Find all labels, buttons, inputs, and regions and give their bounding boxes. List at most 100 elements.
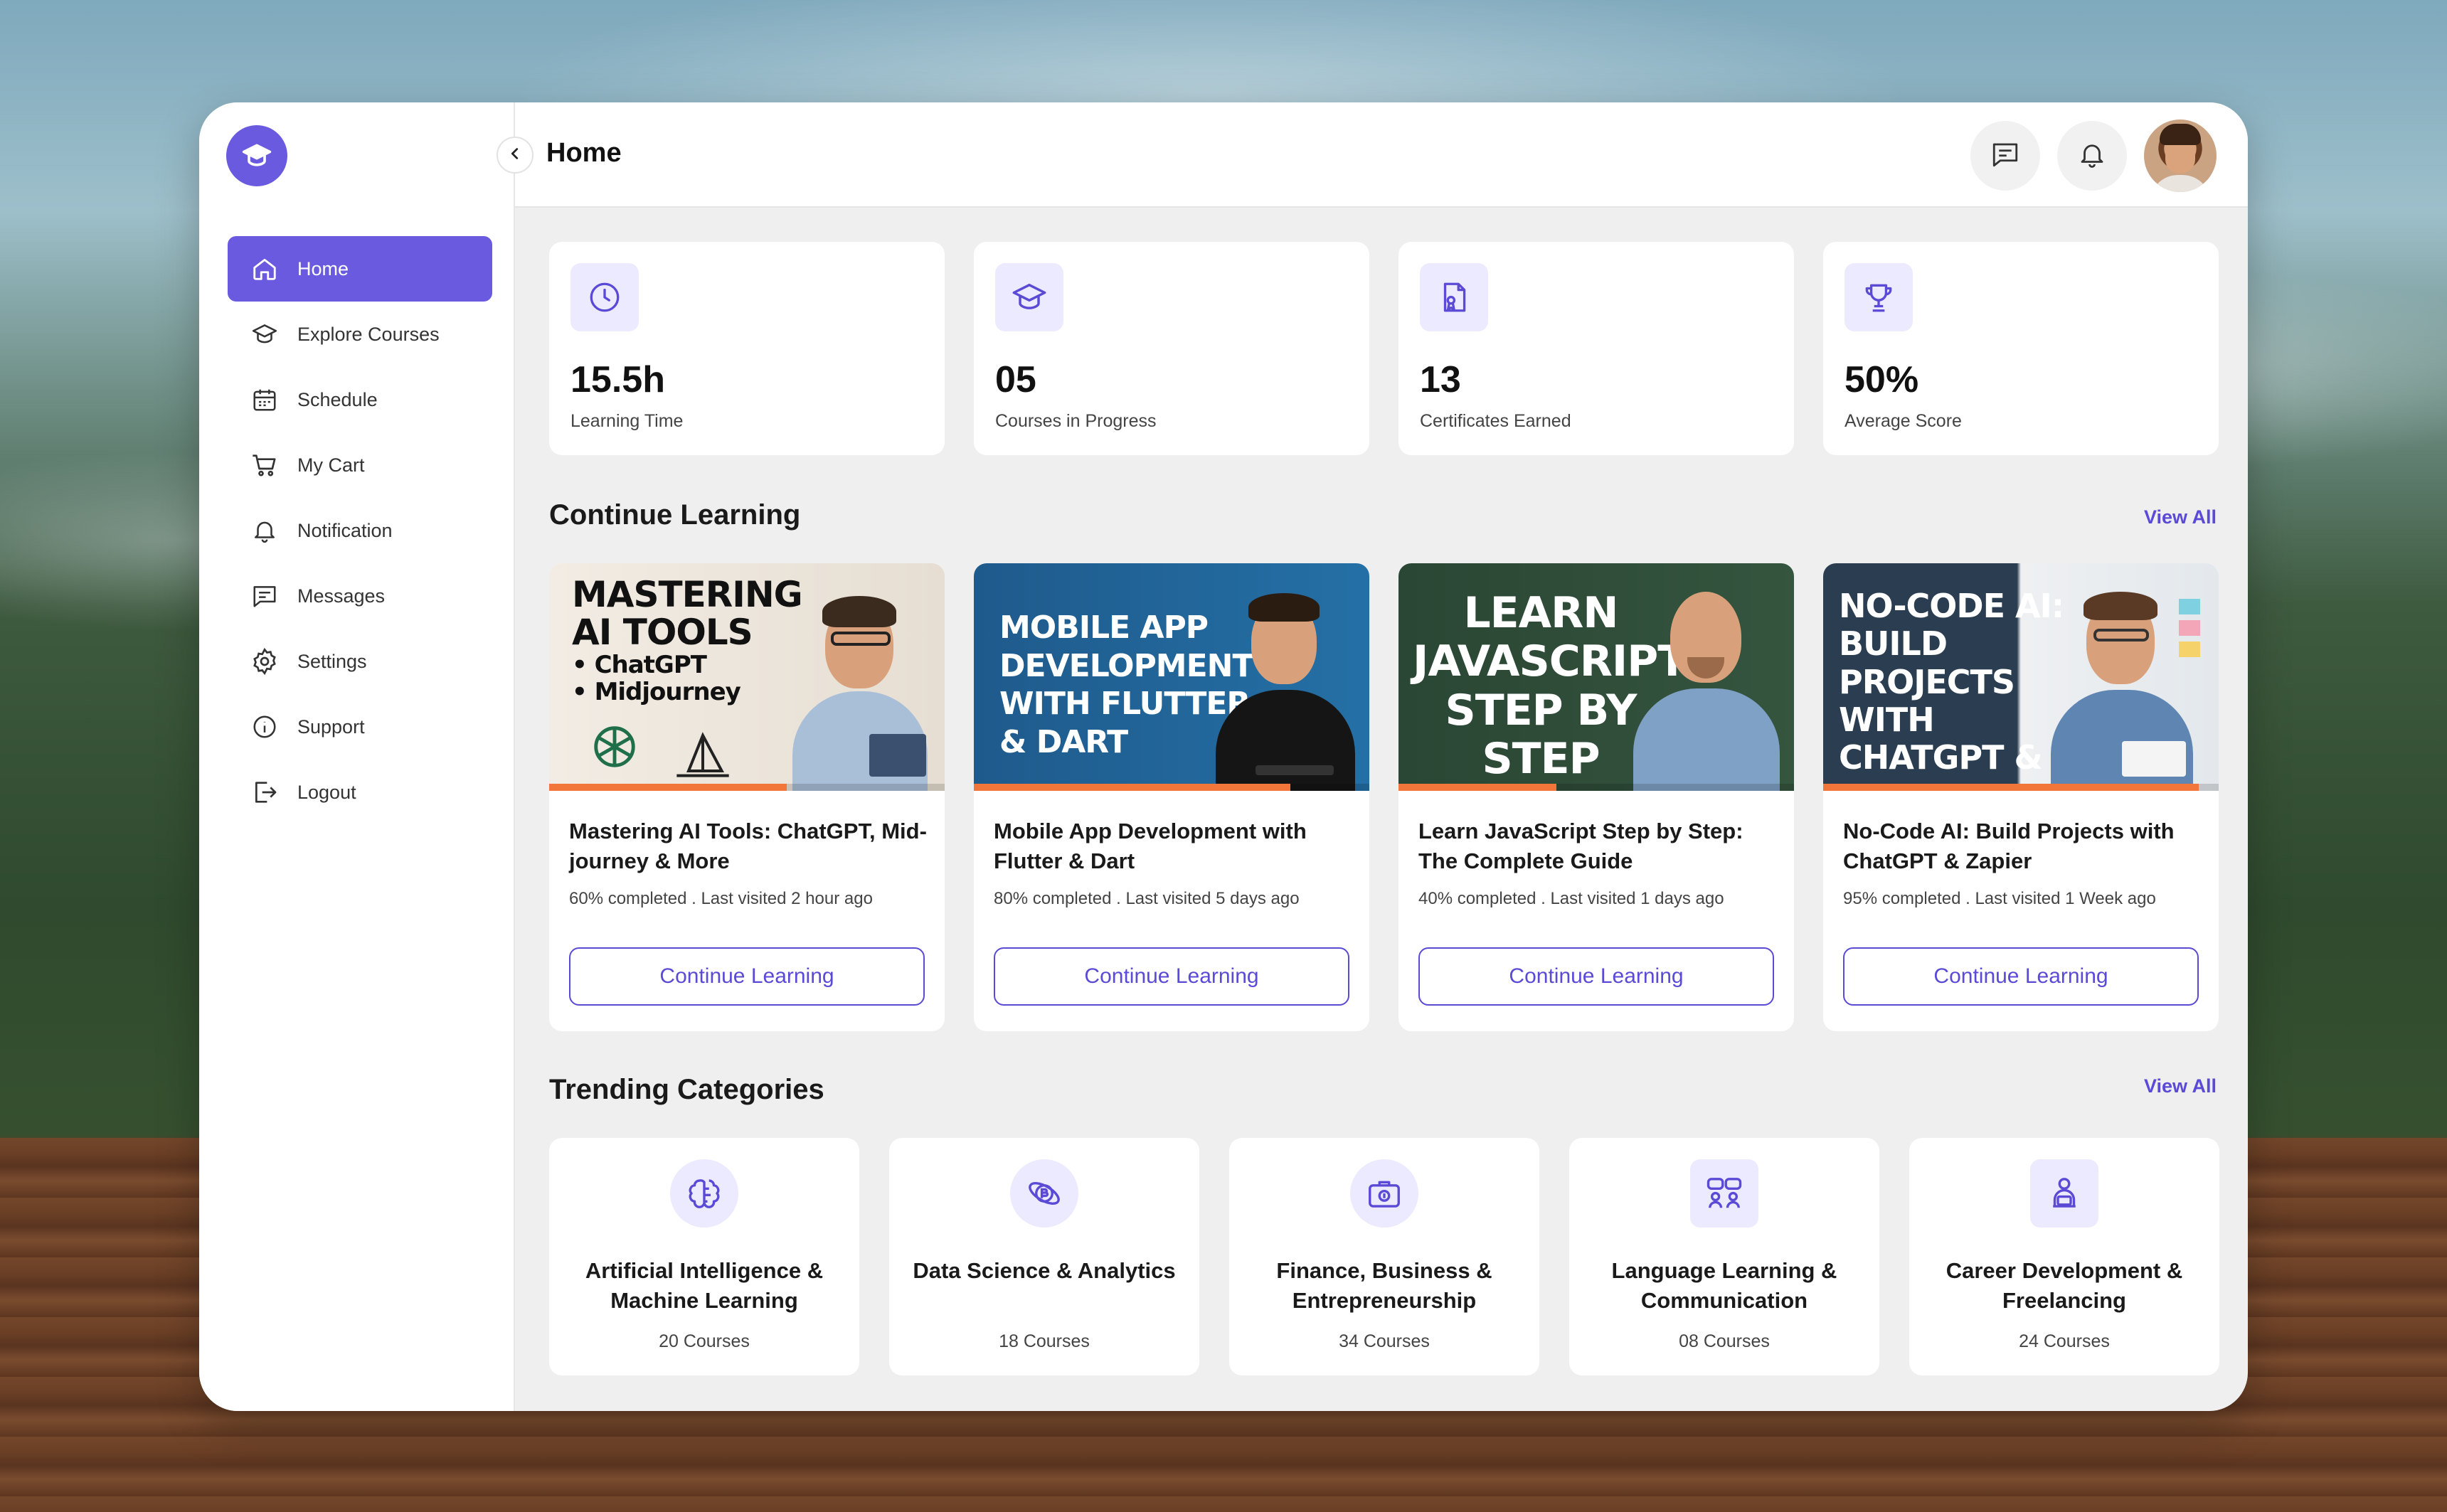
calendar-icon bbox=[249, 384, 280, 415]
trending-view-all-link[interactable]: View All bbox=[2144, 1075, 2217, 1097]
sidebar-item-label: My Cart bbox=[297, 454, 365, 476]
stat-value: 50% bbox=[1844, 359, 1919, 400]
category-card[interactable]: Artificial Intelligence & Machine Learni… bbox=[549, 1138, 859, 1375]
course-meta: 80% completed . Last visited 5 days ago bbox=[994, 889, 1300, 908]
graduation-cap-icon bbox=[249, 319, 280, 350]
course-meta: 60% completed . Last visited 2 hour ago bbox=[569, 889, 873, 908]
course-title: No-Code AI: Build Projects with ChatGPT … bbox=[1843, 819, 2175, 873]
course-card: MOBILE APP DEVELOPMENT WITH FLUTTER & DA… bbox=[974, 563, 1369, 1031]
course-meta: 95% completed . Last visited 1 Week ago bbox=[1843, 889, 2156, 908]
sidebar-item-settings[interactable]: Settings bbox=[228, 629, 492, 694]
category-count: 08 Courses bbox=[1679, 1331, 1770, 1351]
logo-icon[interactable] bbox=[226, 125, 287, 186]
instructor-photo bbox=[1619, 563, 1794, 791]
bitcoin-analytics-icon bbox=[1010, 1159, 1078, 1228]
thumb-line: • ChatGPT bbox=[572, 651, 707, 679]
sidebar-item-label: Settings bbox=[297, 650, 367, 672]
graduation-cap-icon bbox=[995, 263, 1063, 331]
category-count: 24 Courses bbox=[2019, 1331, 2110, 1351]
sidebar-item-schedule[interactable]: Schedule bbox=[228, 367, 492, 432]
category-count: 34 Courses bbox=[1339, 1331, 1430, 1351]
category-count: 20 Courses bbox=[659, 1331, 750, 1351]
info-icon bbox=[249, 711, 280, 742]
thumb-line: PROJECTS bbox=[1839, 662, 2015, 701]
stat-value: 15.5h bbox=[570, 359, 665, 400]
course-card: NO-CODE AI: BUILD PROJECTS WITH CHATGPT … bbox=[1823, 563, 2219, 1031]
stat-label: Courses in Progress bbox=[995, 411, 1157, 431]
stat-value: 13 bbox=[1420, 359, 1461, 400]
sidebar-item-explore-courses[interactable]: Explore Courses bbox=[228, 302, 492, 367]
course-progress-track bbox=[1823, 784, 2219, 791]
continue-learning-button[interactable]: Continue Learning bbox=[1418, 947, 1774, 1006]
category-name: Finance, Business & Entrepreneurship bbox=[1276, 1258, 1492, 1313]
category-card[interactable]: Finance, Business & Entrepreneurship 34 … bbox=[1229, 1138, 1539, 1375]
category-name: Artificial Intelligence & Machine Learni… bbox=[585, 1258, 824, 1313]
person-laptop-icon bbox=[2030, 1159, 2098, 1228]
chevron-left-icon bbox=[507, 146, 523, 165]
trending-categories-title: Trending Categories bbox=[549, 1074, 824, 1105]
course-thumbnail[interactable]: NO-CODE AI: BUILD PROJECTS WITH CHATGPT … bbox=[1823, 563, 2219, 791]
sidebar-collapse-button[interactable] bbox=[497, 137, 534, 174]
sidebar-item-home[interactable]: Home bbox=[228, 236, 492, 302]
stat-card-learning-time: 15.5h Learning Time bbox=[549, 242, 945, 455]
course-thumbnail[interactable]: MOBILE APP DEVELOPMENT WITH FLUTTER & DA… bbox=[974, 563, 1369, 791]
course-progress-track bbox=[974, 784, 1369, 791]
category-card[interactable]: Data Science & Analytics 18 Courses bbox=[889, 1138, 1199, 1375]
avatar-shirt bbox=[2150, 175, 2211, 192]
continue-learning-button[interactable]: Continue Learning bbox=[994, 947, 1349, 1006]
thumb-line: CHATGPT & bbox=[1839, 738, 2043, 777]
course-meta: 40% completed . Last visited 1 days ago bbox=[1418, 889, 1724, 908]
instructor-photo bbox=[2037, 563, 2200, 791]
messages-button[interactable] bbox=[1970, 121, 2040, 191]
category-name: Data Science & Analytics bbox=[913, 1258, 1176, 1283]
briefcase-money-icon bbox=[1350, 1159, 1418, 1228]
conversation-icon bbox=[1690, 1159, 1758, 1228]
thumb-line: NO-CODE AI: bbox=[1839, 587, 2064, 625]
continue-learning-view-all-link[interactable]: View All bbox=[2144, 506, 2217, 528]
thumb-line: BUILD bbox=[1839, 624, 1948, 664]
avatar[interactable] bbox=[2144, 119, 2217, 192]
continue-learning-title: Continue Learning bbox=[549, 499, 801, 531]
sidebar-item-logout[interactable]: Logout bbox=[228, 760, 492, 825]
sidebar-item-support[interactable]: Support bbox=[228, 694, 492, 760]
sidebar: Home Explore Courses Schedule My Cart No… bbox=[199, 102, 515, 1411]
course-thumbnail[interactable]: MASTERING AI TOOLS • ChatGPT • Midjourne… bbox=[549, 563, 945, 791]
stat-label: Learning Time bbox=[570, 411, 684, 431]
sidebar-item-messages[interactable]: Messages bbox=[228, 563, 492, 629]
sidebar-nav: Home Explore Courses Schedule My Cart No… bbox=[228, 236, 492, 825]
clock-icon bbox=[570, 263, 639, 331]
course-progress-fill bbox=[1398, 784, 1557, 791]
message-icon bbox=[1990, 139, 2020, 173]
sidebar-item-notification[interactable]: Notification bbox=[228, 498, 492, 563]
category-count: 18 Courses bbox=[999, 1331, 1090, 1351]
course-thumbnail[interactable]: LEARN JAVASCRIPT STEP BY STEP bbox=[1398, 563, 1794, 791]
course-card: MASTERING AI TOOLS • ChatGPT • Midjourne… bbox=[549, 563, 945, 1031]
notifications-button[interactable] bbox=[2057, 121, 2127, 191]
home-icon bbox=[249, 253, 280, 284]
course-progress-fill bbox=[974, 784, 1290, 791]
bell-icon bbox=[2077, 139, 2107, 173]
continue-learning-button[interactable]: Continue Learning bbox=[1843, 947, 2199, 1006]
course-progress-fill bbox=[1823, 784, 2199, 791]
avatar-hair bbox=[2160, 124, 2201, 145]
gear-icon bbox=[249, 646, 280, 677]
brain-icon bbox=[670, 1159, 738, 1228]
stat-value: 05 bbox=[995, 359, 1036, 400]
sidebar-item-label: Logout bbox=[297, 781, 356, 803]
sidebar-item-label: Messages bbox=[297, 585, 386, 607]
thumb-line: WITH bbox=[1839, 701, 1935, 740]
course-progress-track bbox=[1398, 784, 1794, 791]
course-title: Mobile App Development with Flutter & Da… bbox=[994, 819, 1307, 873]
instructor-photo bbox=[1187, 563, 1369, 791]
stat-card-certificates-earned: 13 Certificates Earned bbox=[1398, 242, 1794, 455]
sidebar-item-label: Schedule bbox=[297, 388, 378, 410]
message-icon bbox=[249, 580, 280, 612]
thumb-line: • Midjourney bbox=[572, 678, 741, 707]
stat-card-courses-in-progress: 05 Courses in Progress bbox=[974, 242, 1369, 455]
category-card[interactable]: Language Learning & Communication 08 Cou… bbox=[1569, 1138, 1879, 1375]
category-card[interactable]: Career Development & Freelancing 24 Cour… bbox=[1909, 1138, 2219, 1375]
sidebar-item-my-cart[interactable]: My Cart bbox=[228, 432, 492, 498]
stat-card-average-score: 50% Average Score bbox=[1823, 242, 2219, 455]
continue-learning-button[interactable]: Continue Learning bbox=[569, 947, 925, 1006]
bell-icon bbox=[249, 515, 280, 546]
